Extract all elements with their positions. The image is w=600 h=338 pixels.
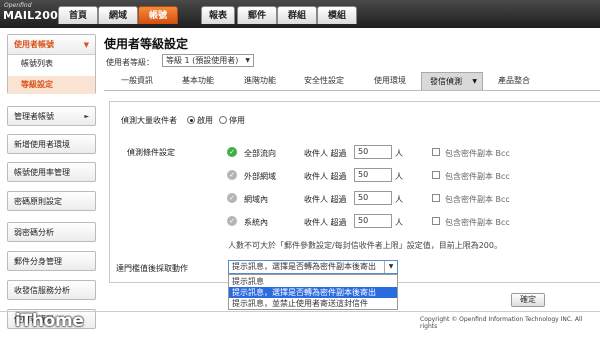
tab-advanced-features[interactable]: 進階功能	[232, 72, 288, 90]
nav-tab-domain[interactable]: 網域	[98, 6, 138, 24]
sidebar-group-title-label: 使用者帳號	[14, 40, 54, 49]
threshold-input-system[interactable]: 50	[354, 214, 392, 228]
recipients-over-label: 收件人 超過	[304, 149, 347, 158]
chevron-down-icon: ▼	[472, 78, 477, 85]
threshold-input-external[interactable]: 50	[354, 168, 392, 182]
nav-tab-groups[interactable]: 群組	[277, 6, 317, 24]
chevron-right-icon: ►	[84, 113, 89, 120]
page-title: 使用者等級設定	[104, 37, 189, 51]
sidebar-item-admin-account[interactable]: 管理者帳號 ►	[7, 106, 96, 126]
limit-note: 人數不可大於「郵件參數設定/每封信收件者上限」設定值，目前上限為200。	[228, 241, 502, 250]
tab-general-info[interactable]: 一般資訊	[112, 72, 162, 90]
condition-label: 偵測條件設定	[127, 148, 175, 157]
nav-tab-modules[interactable]: 模組	[317, 6, 357, 24]
action-option-prompt-block[interactable]: 提示訊息，並禁止使用者寄送這封信件	[229, 298, 397, 309]
check-circle-icon[interactable]: ✓	[227, 193, 237, 203]
action-dropdown: 提示訊息 提示訊息，選擇是否轉為密件副本後寄出 提示訊息，並禁止使用者寄送這封信…	[228, 274, 398, 310]
sidebar-item-account-list[interactable]: 帳號列表	[21, 58, 53, 69]
sidebar-group-users: 使用者帳號 ▼ 帳號列表 等級設定	[7, 34, 96, 94]
confirm-button[interactable]: 確定	[511, 293, 545, 307]
sidebar-item-label: 管理者帳號	[14, 112, 54, 121]
bcc-checkbox-system[interactable]	[432, 217, 440, 225]
unit-label: 人	[395, 149, 403, 158]
sidebar-item-weak-password[interactable]: 弱密碼分析	[7, 222, 96, 242]
level-select-value: 等級 1 (預設使用者)	[166, 56, 239, 65]
logo-product: MAIL2000	[3, 9, 66, 22]
enable-radio[interactable]	[187, 116, 195, 124]
scope-label-all: 全部流向	[244, 149, 276, 158]
action-label: 達門檻值後採取動作	[116, 264, 188, 273]
nav-tab-account[interactable]: 帳號	[138, 6, 178, 24]
nav-tab-reports[interactable]: 報表	[201, 6, 235, 24]
bcc-checkbox-all[interactable]	[432, 148, 440, 156]
chevron-down-icon: ▼	[83, 41, 89, 49]
scope-label-intra-domain: 網域內	[244, 195, 268, 204]
watermark-logo: iThome	[15, 311, 84, 331]
tab-send-detection-label: 發信偵測	[430, 77, 462, 86]
chevron-down-icon: ▼	[245, 57, 250, 64]
check-circle-icon[interactable]: ✓	[227, 170, 237, 180]
bcc-label: 包含密件副本 Bcc	[445, 172, 510, 181]
threshold-input-intra-domain[interactable]: 50	[354, 191, 392, 205]
recipients-over-label: 收件人 超過	[304, 172, 347, 181]
tab-security-settings[interactable]: 安全性設定	[294, 72, 354, 90]
sidebar-item-account-usage[interactable]: 帳號使用率管理	[7, 162, 96, 182]
footer-divider	[0, 311, 600, 312]
scope-label-system: 系統內	[244, 218, 268, 227]
scope-label-external: 外部網域	[244, 172, 276, 181]
sidebar-item-mail-service-analysis[interactable]: 收發信服務分析	[7, 280, 96, 300]
action-select-value: 提示訊息，選擇是否轉為密件副本後寄出	[232, 262, 376, 271]
bcc-label: 包含密件副本 Bcc	[445, 149, 510, 158]
chevron-down-icon: ▼	[384, 261, 397, 273]
check-circle-icon[interactable]: ✓	[227, 147, 237, 157]
disable-radio[interactable]	[219, 116, 227, 124]
nav-tab-mail[interactable]: 郵件	[237, 6, 277, 24]
recipients-over-label: 收件人 超過	[304, 218, 347, 227]
disable-label: 停用	[229, 116, 245, 125]
bcc-label: 包含密件副本 Bcc	[445, 195, 510, 204]
tab-environment[interactable]: 使用環境	[362, 72, 418, 90]
sidebar-item-level-settings[interactable]: 等級設定	[8, 76, 95, 94]
tab-send-detection[interactable]: 發信偵測 ▼	[421, 72, 483, 90]
threshold-input-all[interactable]: 50	[354, 145, 392, 159]
level-select[interactable]: 等級 1 (預設使用者) ▼	[162, 54, 254, 67]
recipients-over-label: 收件人 超過	[304, 195, 347, 204]
action-option-prompt-bcc[interactable]: 提示訊息，選擇是否轉為密件副本後寄出	[229, 287, 397, 298]
unit-label: 人	[395, 172, 403, 181]
sidebar-item-new-user-env[interactable]: 新增使用者環境	[7, 134, 96, 154]
unit-label: 人	[395, 195, 403, 204]
unit-label: 人	[395, 218, 403, 227]
enable-label: 啟用	[197, 116, 213, 125]
copyright: Copyright © Openfind Information Technol…	[420, 316, 583, 330]
action-select[interactable]: 提示訊息，選擇是否轉為密件副本後寄出 ▼	[228, 260, 398, 274]
action-option-prompt[interactable]: 提示訊息	[229, 276, 397, 287]
check-circle-icon[interactable]: ✓	[227, 216, 237, 226]
sidebar-group-title[interactable]: 使用者帳號 ▼	[8, 35, 95, 55]
sidebar-item-password-policy[interactable]: 密碼原則設定	[7, 191, 96, 211]
bcc-label: 包含密件副本 Bcc	[445, 218, 510, 227]
tab-basic-features[interactable]: 基本功能	[172, 72, 224, 90]
nav-tab-home[interactable]: 首頁	[58, 6, 98, 24]
sidebar-item-mail-alias[interactable]: 郵件分身管理	[7, 251, 96, 271]
level-label: 使用者等級：	[106, 58, 154, 67]
bcc-checkbox-intra-domain[interactable]	[432, 194, 440, 202]
tab-product-integration[interactable]: 產品整合	[488, 72, 540, 90]
logo-vendor: Openfind	[4, 2, 32, 9]
bcc-checkbox-external[interactable]	[432, 171, 440, 179]
detect-bulk-label: 偵測大量收件者	[121, 116, 177, 125]
